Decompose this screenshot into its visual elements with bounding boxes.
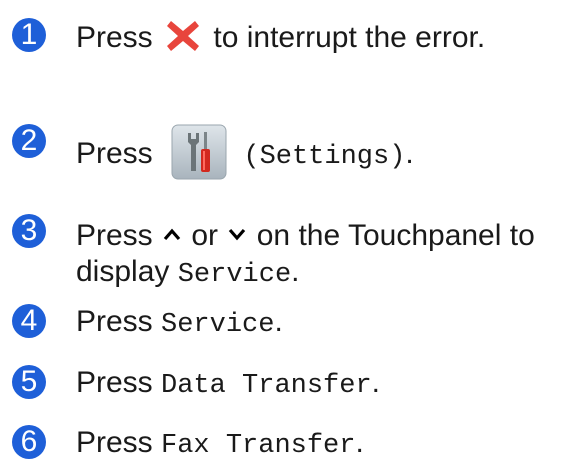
data-transfer-label: Data Transfer: [161, 371, 372, 401]
step-text: Press (Settings).: [76, 124, 414, 180]
step-number: 5: [12, 365, 46, 399]
step-number: 4: [12, 304, 46, 338]
step-number: 2: [12, 124, 46, 158]
step-number: 1: [12, 18, 46, 52]
step-6: 6 Press Fax Transfer.: [0, 425, 364, 464]
step-text: Press Fax Transfer.: [76, 425, 364, 464]
settings-icon: [171, 124, 227, 180]
service-label: Service: [177, 260, 292, 290]
step-text: Press to interrupt the error.: [76, 18, 485, 56]
settings-label: (Settings): [243, 142, 406, 172]
step-number: 3: [12, 214, 46, 248]
step-period: .: [274, 305, 283, 338]
step-1: 1 Press to interrupt the error.: [0, 18, 485, 56]
step-word-press: Press: [76, 21, 153, 54]
cancel-x-icon: [165, 18, 201, 54]
chevron-down-icon: [228, 214, 246, 241]
step-word-or: or: [191, 219, 219, 252]
step-word-press: Press: [76, 219, 153, 252]
step-description: on the Touchpanel to: [256, 219, 535, 252]
step-word-press: Press: [76, 305, 153, 338]
chevron-up-icon: [163, 214, 181, 241]
step-word-press: Press: [76, 366, 153, 399]
step-text: Press Service.: [76, 304, 283, 343]
step-4: 4 Press Service.: [0, 304, 283, 343]
step-word-display: display: [76, 255, 170, 288]
step-word-press: Press: [76, 426, 153, 459]
step-period: .: [405, 137, 414, 170]
step-period: .: [355, 426, 364, 459]
step-text: Press or on the Touchpanel to display Se…: [76, 214, 535, 293]
step-2: 2 Press (Settings).: [0, 110, 414, 180]
step-period: .: [291, 255, 300, 288]
step-3: 3 Press or on the Touchpanel to display …: [0, 214, 535, 293]
step-number: 6: [12, 425, 46, 459]
fax-transfer-label: Fax Transfer: [161, 431, 356, 461]
step-5: 5 Press Data Transfer.: [0, 365, 380, 404]
step-text: Press Data Transfer.: [76, 365, 380, 404]
step-period: .: [371, 366, 381, 399]
step-word-press: Press: [76, 137, 153, 170]
step-description: to interrupt the error.: [213, 21, 486, 54]
service-label: Service: [161, 310, 275, 340]
